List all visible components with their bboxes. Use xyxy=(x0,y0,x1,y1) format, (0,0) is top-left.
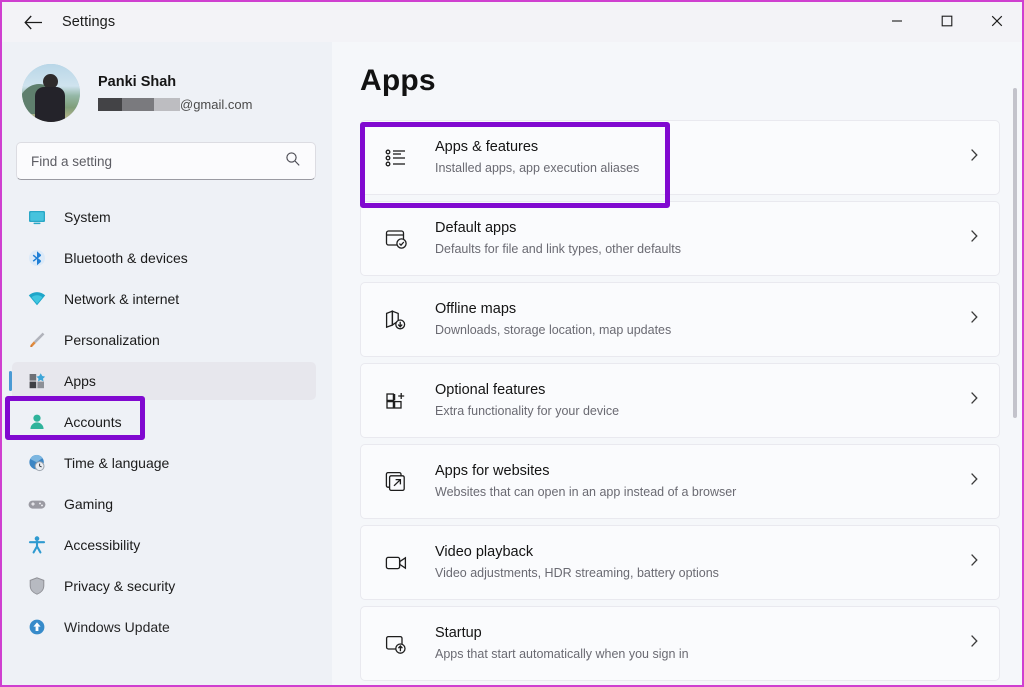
sidebar-item-label: Personalization xyxy=(64,332,160,348)
search-input[interactable] xyxy=(31,154,279,169)
sidebar-item-label: Gaming xyxy=(64,496,113,512)
clock-globe-icon xyxy=(26,452,48,474)
card-title: Optional features xyxy=(435,382,545,398)
avatar xyxy=(22,64,80,122)
account-summary[interactable]: Panki Shah @gmail.com xyxy=(2,50,332,136)
sidebar-item-apps[interactable]: Apps xyxy=(12,362,316,400)
sidebar-item-bluetooth-devices[interactable]: Bluetooth & devices xyxy=(12,239,316,277)
bulleted-list-icon xyxy=(383,145,409,171)
window-controls xyxy=(872,2,1022,42)
video-camera-icon xyxy=(383,550,409,576)
sidebar-item-label: Privacy & security xyxy=(64,578,175,594)
chevron-right-icon[interactable] xyxy=(967,553,981,572)
person-icon xyxy=(26,411,48,433)
sidebar-item-label: Accounts xyxy=(64,414,122,430)
sidebar-item-label: Network & internet xyxy=(64,291,179,307)
card-subtitle: Video adjustments, HDR streaming, batter… xyxy=(435,566,719,580)
redaction-block xyxy=(98,98,122,111)
card-apps-and-features[interactable]: Apps & features Installed apps, app exec… xyxy=(360,120,1000,195)
account-email: @gmail.com xyxy=(98,96,252,114)
update-icon xyxy=(26,616,48,638)
card-optional-features[interactable]: Optional features Extra functionality fo… xyxy=(360,363,1000,438)
minimize-button[interactable] xyxy=(872,2,922,40)
default-apps-check-icon xyxy=(383,226,409,252)
card-title: Default apps xyxy=(435,220,516,236)
window-title: Settings xyxy=(62,14,115,30)
bluetooth-icon xyxy=(26,247,48,269)
redaction-block xyxy=(122,98,154,111)
chevron-right-icon[interactable] xyxy=(967,634,981,653)
card-title: Apps & features xyxy=(435,139,538,155)
card-startup[interactable]: Startup Apps that start automatically wh… xyxy=(360,606,1000,681)
content-area: Apps Apps & features Insta xyxy=(332,42,1022,687)
chevron-right-icon[interactable] xyxy=(967,472,981,491)
paintbrush-icon xyxy=(26,329,48,351)
sidebar-item-time-language[interactable]: Time & language xyxy=(12,444,316,482)
card-offline-maps[interactable]: Offline maps Downloads, storage location… xyxy=(360,282,1000,357)
card-subtitle: Apps that start automatically when you s… xyxy=(435,647,689,661)
card-apps-for-websites[interactable]: Apps for websites Websites that can open… xyxy=(360,444,1000,519)
sidebar-item-label: Windows Update xyxy=(64,619,170,635)
startup-arrow-icon xyxy=(383,631,409,657)
accessibility-person-icon xyxy=(26,534,48,556)
sidebar-item-label: Bluetooth & devices xyxy=(64,250,188,266)
sidebar-item-gaming[interactable]: Gaming xyxy=(12,485,316,523)
scrollbar-thumb[interactable] xyxy=(1013,88,1017,418)
card-title: Offline maps xyxy=(435,301,516,317)
sidebar-nav: System Bluetooth & devices xyxy=(2,198,332,646)
title-bar: Settings xyxy=(2,2,1022,42)
sidebar-item-system[interactable]: System xyxy=(12,198,316,236)
sidebar-item-windows-update[interactable]: Windows Update xyxy=(12,608,316,646)
chevron-right-icon[interactable] xyxy=(967,310,981,329)
apps-grid-icon xyxy=(26,370,48,392)
sidebar-item-label: Accessibility xyxy=(64,537,140,553)
sidebar-item-label: System xyxy=(64,209,111,225)
sidebar-item-personalization[interactable]: Personalization xyxy=(12,321,316,359)
map-download-icon xyxy=(383,307,409,333)
search-container xyxy=(2,136,332,180)
card-title: Video playback xyxy=(435,544,533,560)
monitor-icon xyxy=(26,206,48,228)
back-arrow-icon[interactable] xyxy=(16,7,50,37)
card-title: Startup xyxy=(435,625,482,641)
chevron-right-icon[interactable] xyxy=(967,148,981,167)
grid-plus-icon xyxy=(383,388,409,414)
sidebar-item-label: Time & language xyxy=(64,455,169,471)
close-button[interactable] xyxy=(972,2,1022,40)
card-subtitle: Installed apps, app execution aliases xyxy=(435,161,639,175)
wifi-icon xyxy=(26,288,48,310)
card-subtitle: Defaults for file and link types, other … xyxy=(435,242,681,256)
settings-window: Settings xyxy=(0,0,1024,687)
settings-card-list: Apps & features Installed apps, app exec… xyxy=(360,120,1000,681)
sidebar-item-accessibility[interactable]: Accessibility xyxy=(12,526,316,564)
maximize-button[interactable] xyxy=(922,2,972,40)
card-subtitle: Websites that can open in an app instead… xyxy=(435,485,736,499)
sidebar-item-privacy-security[interactable]: Privacy & security xyxy=(12,567,316,605)
card-video-playback[interactable]: Video playback Video adjustments, HDR st… xyxy=(360,525,1000,600)
external-link-icon xyxy=(383,469,409,495)
sidebar-item-accounts[interactable]: Accounts xyxy=(12,403,316,441)
sidebar: Panki Shah @gmail.com xyxy=(2,42,332,687)
chevron-right-icon[interactable] xyxy=(967,391,981,410)
page-title: Apps xyxy=(360,64,1000,98)
shield-icon xyxy=(26,575,48,597)
card-subtitle: Extra functionality for your device xyxy=(435,404,619,418)
card-subtitle: Downloads, storage location, map updates xyxy=(435,323,671,337)
search-icon xyxy=(285,151,301,172)
sidebar-item-network-internet[interactable]: Network & internet xyxy=(12,280,316,318)
sidebar-item-label: Apps xyxy=(64,373,96,389)
account-name: Panki Shah xyxy=(98,73,252,93)
chevron-right-icon[interactable] xyxy=(967,229,981,248)
redaction-block xyxy=(154,98,180,111)
search-box[interactable] xyxy=(16,142,316,180)
gamepad-icon xyxy=(26,493,48,515)
card-title: Apps for websites xyxy=(435,463,549,479)
account-email-suffix: @gmail.com xyxy=(180,96,252,114)
content-scrollbar[interactable] xyxy=(1010,88,1020,687)
card-default-apps[interactable]: Default apps Defaults for file and link … xyxy=(360,201,1000,276)
